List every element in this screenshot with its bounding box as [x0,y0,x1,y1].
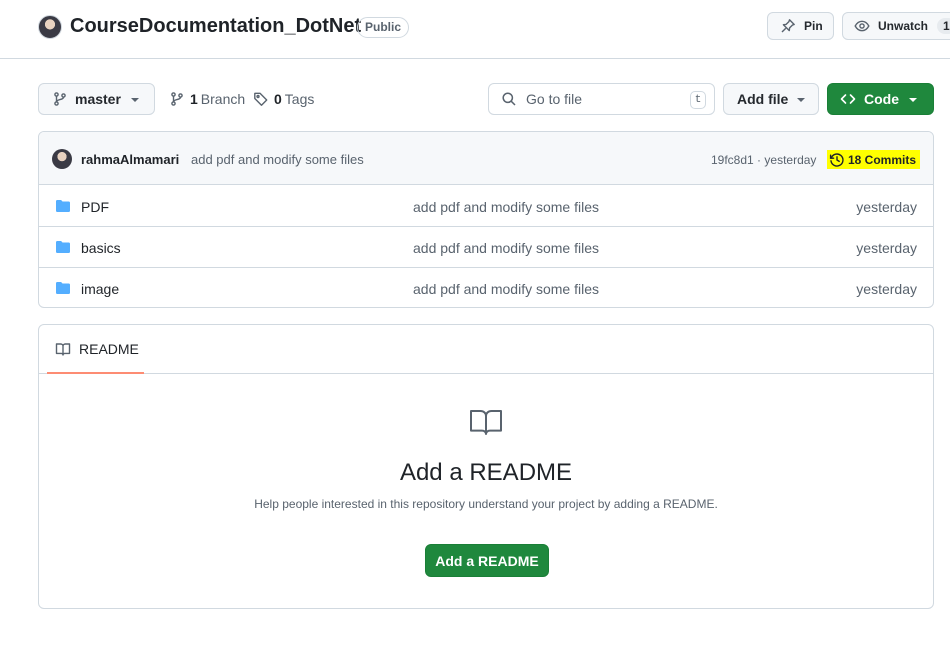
git-branch-icon [54,92,66,106]
book-icon [470,410,502,435]
folder-icon [56,200,70,212]
book-icon [55,342,71,356]
readme-tabbar: README [39,325,933,374]
file-age: yesterday [856,240,917,256]
keyboard-shortcut-hint: t [690,91,706,109]
add-file-button[interactable]: Add file [723,83,819,115]
folder-icon [56,282,70,294]
file-row[interactable]: image add pdf and modify some files yest… [39,268,933,307]
go-to-file-input[interactable] [526,91,676,107]
file-commit-message[interactable]: add pdf and modify some files [413,199,599,215]
history-icon [829,152,844,167]
branches-label: Branch [200,91,246,107]
commit-separator: · [757,153,762,167]
readme-tab-label: README [79,340,139,357]
branches-link[interactable]: 1 Branch [169,91,245,107]
go-to-file-search[interactable]: t [488,83,715,115]
chevron-down-icon [909,98,917,102]
code-label: Code [864,91,899,107]
branch-selector-button[interactable]: master [38,83,155,115]
tag-icon [254,92,268,106]
branch-name: master [75,91,121,107]
eye-icon [854,20,870,32]
commit-hash[interactable]: 19fc8d1 [711,153,754,167]
git-branch-icon [171,92,183,106]
commit-author-avatar[interactable] [52,149,72,169]
readme-heading: Add a README [399,459,573,486]
readme-panel: README Add a README Help people interest… [38,324,934,609]
search-icon [502,92,516,106]
file-age: yesterday [856,281,917,297]
pin-button[interactable]: Pin [767,12,834,40]
tags-label: Tags [284,91,315,107]
folder-icon [56,241,70,253]
commits-count-label: 18 Commits [848,152,917,167]
file-name[interactable]: basics [81,240,121,256]
commit-meta: 19fc8d1 · yesterday [711,153,816,167]
file-age: yesterday [856,199,917,215]
tab-readme[interactable]: README [47,325,144,374]
file-browser: rahmaAlmamari add pdf and modify some fi… [38,131,934,308]
file-name[interactable]: PDF [81,199,109,215]
repo-name[interactable]: CourseDocumentation_DotNet [70,15,361,38]
owner-avatar[interactable] [38,15,62,39]
commit-time: yesterday [764,153,817,167]
code-icon [840,94,856,104]
commit-author[interactable]: rahmaAlmamari [81,152,179,167]
add-readme-button[interactable]: Add a README [425,544,549,577]
file-commit-message[interactable]: add pdf and modify some files [413,240,599,256]
file-row[interactable]: basics add pdf and modify some files yes… [39,227,933,268]
commits-history-link[interactable]: 18 Commits [827,150,921,169]
tags-link[interactable]: 0 Tags [253,91,314,107]
commit-message[interactable]: add pdf and modify some files [191,152,364,167]
readme-help-text: Help people interested in this repositor… [254,497,718,511]
branches-count: 1 [190,91,198,107]
unwatch-label: Unwatch [878,19,929,33]
watch-count: 1 [937,18,950,34]
unwatch-button[interactable]: Unwatch 1 [842,12,950,40]
add-file-label: Add file [737,91,789,107]
chevron-down-icon [797,98,805,102]
pin-label: Pin [804,19,823,33]
visibility-badge: Public [357,17,410,38]
chevron-down-icon [131,98,139,102]
file-commit-message[interactable]: add pdf and modify some files [413,281,599,297]
repo-header: CourseDocumentation_DotNet Public Pin Un… [0,0,950,59]
tags-count: 0 [274,91,282,107]
file-row[interactable]: PDF add pdf and modify some files yester… [39,186,933,227]
file-name[interactable]: image [81,281,119,297]
pin-icon [781,19,795,33]
code-button[interactable]: Code [827,83,934,115]
latest-commit-bar: rahmaAlmamari add pdf and modify some fi… [39,132,933,185]
